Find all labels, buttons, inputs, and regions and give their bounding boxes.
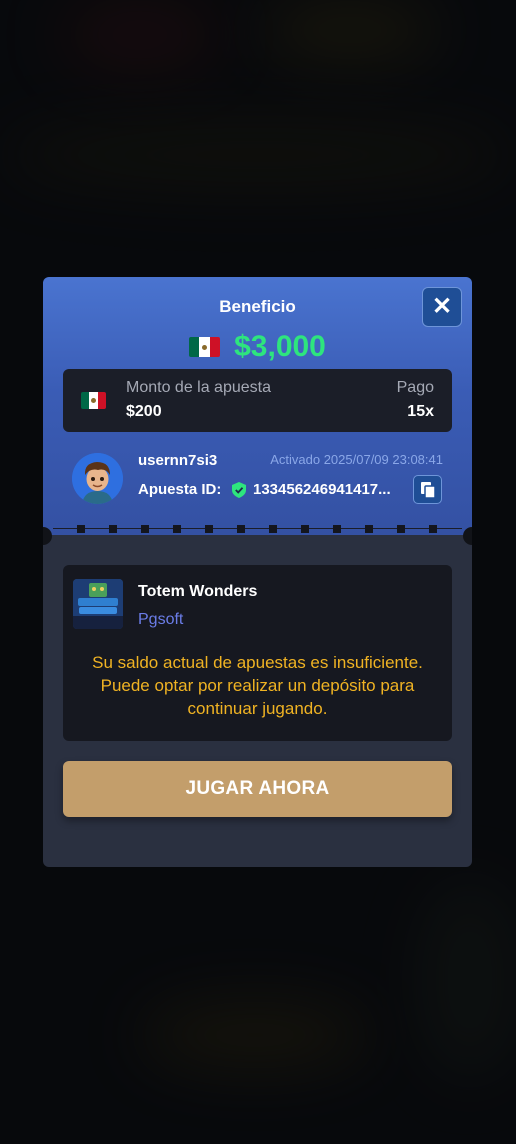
payout-value: 15x <box>407 403 434 420</box>
game-thumbnail[interactable] <box>73 579 123 629</box>
modal-title: Beneficio <box>219 297 296 316</box>
avatar <box>72 453 123 504</box>
bet-id-label: Apuesta ID: <box>138 481 222 498</box>
shield-check-icon <box>232 482 246 498</box>
copy-icon <box>421 482 436 499</box>
prize-amount: $3,000 <box>234 330 326 363</box>
activation-timestamp: Activado 2025/07/09 23:08:41 <box>270 452 443 467</box>
play-now-button[interactable]: JUGAR AHORA <box>63 761 452 817</box>
payout-label: Pago <box>396 379 434 396</box>
username: usernn7si3 <box>138 452 218 469</box>
bet-summary: Monto de la apuesta $200 Pago 15x <box>63 369 452 432</box>
bet-amount-label: Monto de la apuesta <box>126 379 271 396</box>
game-card: Totem Wonders Pgsoft Su saldo actual de … <box>63 565 452 741</box>
benefit-modal: Beneficio ✕ $3,000 Monto de la apuesta $… <box>43 277 472 867</box>
game-provider[interactable]: Pgsoft <box>138 611 183 629</box>
close-button[interactable]: ✕ <box>422 287 462 327</box>
copy-button[interactable] <box>413 475 442 504</box>
insufficient-balance-warning: Su saldo actual de apuestas es insuficie… <box>92 653 423 718</box>
game-name: Totem Wonders <box>138 583 258 600</box>
mexico-flag-icon <box>81 392 106 409</box>
close-icon: ✕ <box>431 293 453 320</box>
ticket-perforation <box>77 525 437 533</box>
bet-id-value: 133456246941417... <box>253 481 391 498</box>
prize-row: $3,000 <box>43 329 472 365</box>
bet-amount-value: $200 <box>126 403 162 420</box>
mexico-flag-icon <box>189 337 221 357</box>
